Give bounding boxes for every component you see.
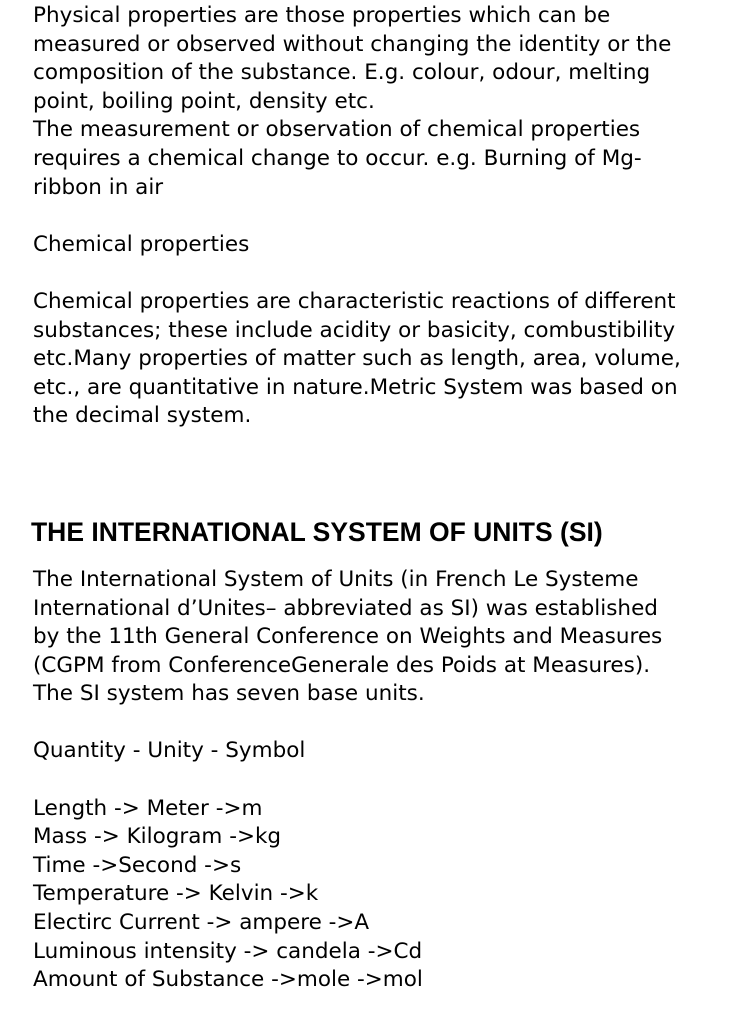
units-header: Quantity - Unity - Symbol	[33, 737, 723, 766]
intro-line: requires a chemical change to occur. e.g…	[33, 145, 642, 171]
unit-item: Luminous intensity -> candela ->Cd	[33, 938, 423, 964]
intro-paragraph: Physical properties are those properties…	[33, 2, 723, 202]
chemical-line: Chemical properties are characteristic r…	[33, 288, 676, 314]
units-list: Length -> Meter ->m Mass -> Kilogram ->k…	[33, 795, 723, 995]
chemical-properties-label-text: Chemical properties	[33, 231, 250, 257]
si-heading: THE INTERNATIONAL SYSTEM OF UNITS (SI)	[31, 516, 603, 547]
chemical-line: the decimal system.	[33, 403, 252, 429]
unit-item: Temperature -> Kelvin ->k	[33, 881, 319, 907]
si-line: by the 11th General Conference on Weight…	[33, 624, 663, 650]
si-line: The International System of Units (in Fr…	[33, 566, 639, 592]
chemical-line: etc.Many properties of matter such as le…	[33, 346, 681, 372]
chemical-paragraph: Chemical properties are characteristic r…	[33, 288, 723, 431]
units-header-text: Quantity - Unity - Symbol	[33, 738, 306, 764]
unit-item: Mass -> Kilogram ->kg	[33, 824, 282, 850]
si-line: International d’Unites– abbreviated as S…	[33, 595, 658, 621]
si-line: The SI system has seven base units.	[33, 681, 425, 707]
chemical-line: substances; these include acidity or bas…	[33, 317, 676, 343]
document-body: Physical properties are those properties…	[31, 2, 723, 995]
chemical-properties-label: Chemical properties	[33, 231, 723, 260]
unit-item: Time ->Second ->s	[33, 852, 242, 878]
si-line: (CGPM from ConferenceGenerale des Poids …	[33, 652, 651, 678]
si-paragraph: The International System of Units (in Fr…	[33, 566, 723, 709]
unit-item: Length -> Meter ->m	[33, 795, 263, 821]
intro-line: composition of the substance. E.g. colou…	[33, 60, 651, 86]
intro-line: Physical properties are those properties…	[33, 3, 611, 28]
chemical-line: etc., are quantitative in nature.Metric …	[33, 374, 678, 400]
intro-line: point, boiling point, density etc.	[33, 88, 375, 114]
unit-item: Electirc Current -> ampere ->A	[33, 910, 370, 936]
intro-line: The measurement or observation of chemic…	[33, 117, 641, 143]
unit-item: Amount of Substance ->mole ->mol	[33, 967, 423, 993]
intro-line: measured or observed without changing th…	[33, 31, 672, 57]
intro-line: ribbon in air	[33, 174, 164, 200]
